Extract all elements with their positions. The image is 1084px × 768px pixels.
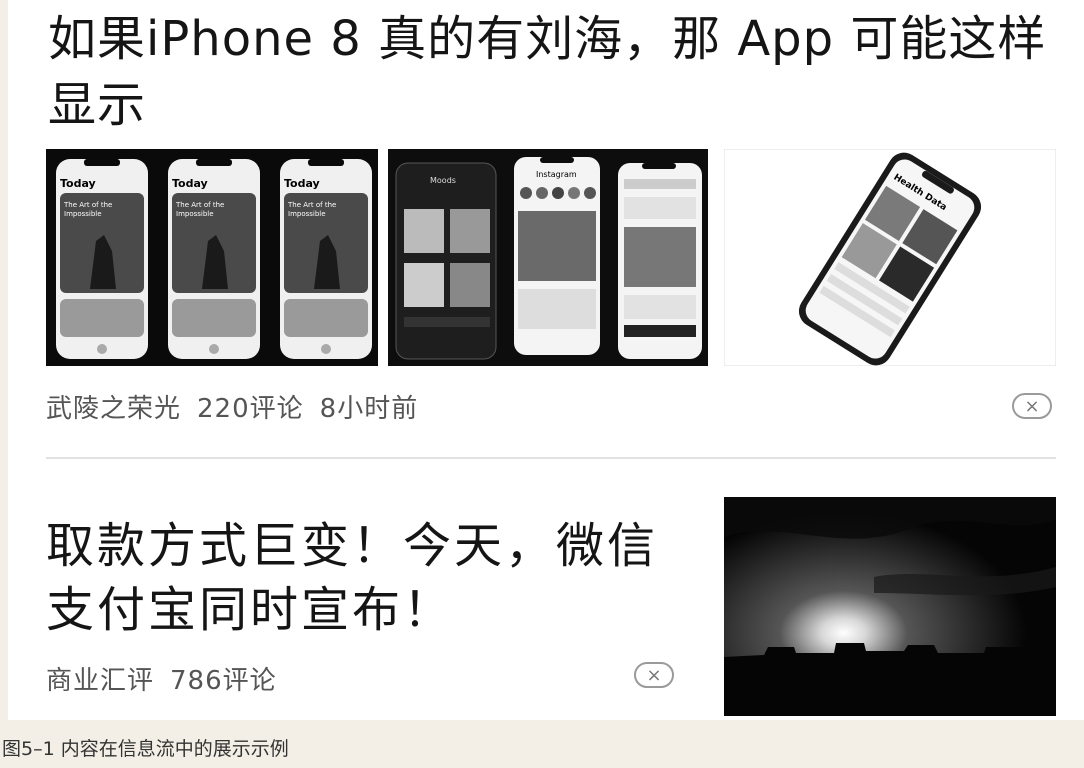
instagram-phone: Instagram bbox=[514, 157, 600, 355]
figure-caption: 图5–1 内容在信息流中的展示示例 bbox=[2, 738, 289, 760]
svg-text:The Art of the: The Art of the bbox=[63, 201, 112, 209]
divider bbox=[46, 457, 1056, 459]
article-2-meta: 商业汇评 786评论 bbox=[46, 660, 293, 697]
article-1-time: 8小时前 bbox=[319, 394, 419, 424]
article-1-meta: 武陵之荣光 220评论 8小时前 bbox=[46, 388, 434, 425]
article-1-source[interactable]: 武陵之荣光 bbox=[46, 394, 181, 424]
svg-text:Impossible: Impossible bbox=[64, 210, 102, 218]
svg-text:Moods: Moods bbox=[430, 176, 456, 185]
today-app-phones-illustration: Today The Art of the Impossible Today Th… bbox=[46, 149, 378, 366]
svg-text:Today: Today bbox=[60, 177, 96, 190]
article-1-comments[interactable]: 220评论 bbox=[197, 394, 304, 424]
news-feed: 如果iPhone 8 真的有刘海，那 App 可能这样显示 Today The … bbox=[8, 0, 1084, 720]
article-1-image-3[interactable]: Health Data bbox=[724, 149, 1056, 366]
svg-text:Impossible: Impossible bbox=[176, 210, 214, 218]
close-icon: × bbox=[1024, 395, 1040, 417]
app-screens-illustration: Moods Instagram bbox=[388, 149, 708, 366]
article-2-title[interactable]: 取款方式巨变！今天，微信支付宝同时宣布！ bbox=[46, 514, 686, 642]
music-phone: Moods bbox=[395, 162, 497, 360]
article-1-dismiss-button[interactable]: × bbox=[1012, 393, 1052, 419]
svg-text:Today: Today bbox=[284, 177, 320, 190]
phone-c: Today The Art of the Impossible bbox=[280, 159, 372, 359]
svg-text:The Art of the: The Art of the bbox=[175, 201, 224, 209]
svg-text:Impossible: Impossible bbox=[288, 210, 326, 218]
svg-text:Instagram: Instagram bbox=[536, 170, 577, 179]
article-1-image-1[interactable]: Today The Art of the Impossible Today Th… bbox=[46, 149, 378, 366]
article-2-thumbnail[interactable] bbox=[724, 497, 1056, 716]
close-icon: × bbox=[646, 664, 662, 686]
health-data-phone-illustration: Health Data bbox=[724, 149, 1056, 366]
svg-text:The Art of the: The Art of the bbox=[287, 201, 336, 209]
svg-text:Today: Today bbox=[172, 177, 208, 190]
twitter-phone bbox=[618, 163, 702, 359]
article-1-title[interactable]: 如果iPhone 8 真的有刘海，那 App 可能这样显示 bbox=[48, 6, 1058, 138]
phone-b: Today The Art of the Impossible bbox=[168, 159, 260, 359]
phone-a: Today The Art of the Impossible bbox=[56, 159, 148, 359]
article-2-source[interactable]: 商业汇评 bbox=[46, 666, 154, 696]
article-2-comments[interactable]: 786评论 bbox=[170, 666, 277, 696]
sunset-skyline-image bbox=[724, 497, 1056, 716]
article-2-dismiss-button[interactable]: × bbox=[634, 662, 674, 688]
article-1-image-2[interactable]: Moods Instagram bbox=[388, 149, 708, 366]
